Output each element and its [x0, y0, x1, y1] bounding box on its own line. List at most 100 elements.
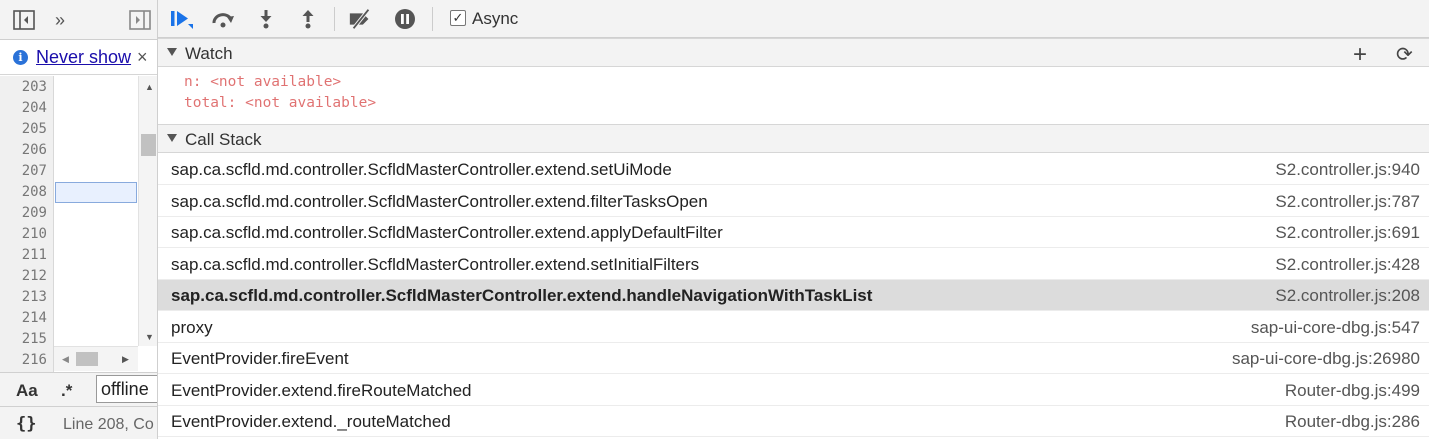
step-out-button[interactable]	[295, 7, 321, 31]
toggle-navigator-button[interactable]	[12, 9, 36, 31]
call-frame-selected[interactable]: sap.ca.scfld.md.controller.ScfldMasterCo…	[158, 280, 1429, 311]
watch-expression-value: <not available>	[245, 95, 377, 111]
panel-left-icon	[13, 10, 35, 30]
never-show-link[interactable]: Never show	[36, 47, 131, 68]
step-out-icon	[302, 10, 314, 29]
search-input[interactable]	[96, 375, 157, 403]
call-frame-location-link[interactable]: S2.controller.js:691	[1275, 223, 1420, 243]
call-frame-function: sap.ca.scfld.md.controller.ScfldMasterCo…	[171, 254, 700, 274]
call-frame-function: EventProvider.extend._routeMatched	[171, 412, 451, 431]
line-number[interactable]: 212	[22, 268, 47, 284]
step-over-button[interactable]	[210, 7, 236, 31]
more-tabs-button[interactable]: »	[52, 9, 68, 31]
infobar: i Never show ×	[0, 41, 157, 75]
close-icon[interactable]: ×	[137, 47, 148, 68]
step-into-icon	[260, 10, 272, 29]
toolbar-separator	[432, 7, 433, 31]
horizontal-scroll-thumb[interactable]	[76, 352, 98, 366]
call-frame-location-link[interactable]: S2.controller.js:428	[1275, 255, 1420, 275]
call-frame[interactable]: sap.ca.scfld.md.controller.ScfldMasterCo…	[158, 249, 1429, 280]
regex-toggle[interactable]: .*	[61, 381, 72, 401]
call-stack-section-header[interactable]: Call Stack	[158, 124, 1429, 153]
async-label: Async	[472, 9, 519, 28]
scroll-right-arrow-icon[interactable]: ▶	[122, 354, 129, 365]
call-frame-location-link[interactable]: sap-ui-core-dbg.js:26980	[1232, 349, 1420, 369]
call-frame-function: proxy	[171, 317, 213, 337]
info-icon: i	[13, 50, 28, 65]
call-frame-location-link[interactable]: Router-dbg.js:286	[1285, 412, 1420, 432]
call-frame-function: sap.ca.scfld.md.controller.ScfldMasterCo…	[171, 160, 672, 179]
pause-on-exceptions-button[interactable]	[392, 7, 418, 31]
match-case-toggle[interactable]: Aa	[16, 381, 38, 401]
current-line-highlight	[55, 182, 137, 203]
scroll-left-arrow-icon[interactable]: ◀	[62, 354, 69, 365]
expand-triangle-icon	[167, 134, 177, 142]
refresh-icon[interactable]: ⟳	[1396, 42, 1413, 67]
expand-triangle-icon	[167, 48, 177, 56]
watch-expression-value: <not available>	[210, 74, 342, 90]
call-frame[interactable]: proxy sap-ui-core-dbg.js:547	[158, 312, 1429, 343]
watch-title: Watch	[185, 44, 233, 63]
resume-button[interactable]	[168, 7, 194, 31]
call-frame-location-link[interactable]: S2.controller.js:787	[1275, 192, 1420, 212]
sources-toolbar: »	[0, 0, 157, 40]
watch-section-header[interactable]: Watch + ⟳	[158, 38, 1429, 69]
call-frame-location-link[interactable]: S2.controller.js:208	[1275, 286, 1420, 306]
call-frame-function: sap.ca.scfld.md.controller.ScfldMasterCo…	[171, 286, 873, 305]
call-frame[interactable]: sap.ca.scfld.md.controller.ScfldMasterCo…	[158, 186, 1429, 217]
call-frame[interactable]: sap.ca.scfld.md.controller.ScfldMasterCo…	[158, 217, 1429, 248]
resume-icon	[171, 11, 193, 29]
call-stack-title: Call Stack	[185, 130, 262, 149]
scroll-up-arrow-icon[interactable]: ▲	[145, 82, 154, 92]
watch-expression[interactable]: total: <not available>	[184, 95, 376, 111]
call-frame[interactable]: sap.ca.scfld.md.controller.ScfldMasterCo…	[158, 154, 1429, 185]
line-number[interactable]: 213	[22, 289, 47, 305]
line-number[interactable]: 203	[22, 79, 47, 95]
call-frame[interactable]: EventProvider.extend.fireRouteMatched Rou…	[158, 375, 1429, 406]
line-number[interactable]: 211	[22, 247, 47, 263]
async-checkbox[interactable]: ✓	[450, 10, 466, 26]
call-frame[interactable]: EventProvider.fireEvent sap-ui-core-dbg.j…	[158, 343, 1429, 374]
line-number[interactable]: 214	[22, 310, 47, 326]
status-bar: {} Line 208, Co	[0, 406, 157, 439]
call-frame[interactable]: EventProvider.extend._routeMatched Router…	[158, 406, 1429, 437]
watch-expression[interactable]: n: <not available>	[184, 74, 341, 90]
call-frame-location-link[interactable]: S2.controller.js:940	[1275, 160, 1420, 180]
call-frame-function: EventProvider.extend.fireRouteMatched	[171, 380, 472, 400]
toggle-debugger-button[interactable]	[128, 9, 152, 31]
vertical-scroll-thumb[interactable]	[141, 134, 156, 156]
add-expression-button[interactable]: +	[1353, 41, 1367, 69]
line-number[interactable]: 209	[22, 205, 47, 221]
cursor-position: Line 208, Co	[63, 416, 154, 433]
step-into-button[interactable]	[253, 7, 279, 31]
line-number[interactable]: 208	[22, 184, 47, 200]
line-number[interactable]: 207	[22, 163, 47, 179]
line-number[interactable]: 216	[22, 352, 47, 368]
panel-right-icon	[129, 10, 151, 30]
line-number[interactable]: 215	[22, 331, 47, 347]
debugger-toolbar: ✓ Async	[158, 0, 1429, 38]
vertical-scrollbar[interactable]: ▲ ▼	[138, 76, 157, 346]
call-frame-function: sap.ca.scfld.md.controller.ScfldMasterCo…	[171, 223, 723, 242]
deactivate-breakpoints-button[interactable]	[348, 7, 374, 31]
line-number[interactable]: 204	[22, 100, 47, 116]
line-number-gutter[interactable]: 203 204 205 206 207 208 209 210 211 212 213 214 215 2…	[0, 76, 54, 372]
pause-exceptions-icon	[395, 9, 415, 29]
call-frame-location-link[interactable]: sap-ui-core-dbg.js:547	[1251, 318, 1420, 338]
line-number[interactable]: 210	[22, 226, 47, 242]
line-number[interactable]: 206	[22, 142, 47, 158]
call-frame-function: sap.ca.scfld.md.controller.ScfldMasterCo…	[171, 191, 708, 211]
horizontal-scrollbar[interactable]: ◀ ▶	[54, 346, 138, 371]
sources-panel: » i Never show × 203 204 205 206 207 208 209 21…	[0, 0, 158, 439]
line-number[interactable]: 205	[22, 121, 47, 137]
double-chevron-icon: »	[54, 9, 65, 30]
watch-expression-name: n:	[184, 74, 202, 90]
pretty-print-button[interactable]: {}	[16, 414, 36, 434]
call-frame-location-link[interactable]: Router-dbg.js:499	[1285, 381, 1420, 401]
call-frame-function: EventProvider.fireEvent	[171, 349, 349, 368]
watch-expression-name: total:	[184, 95, 237, 111]
code-editor[interactable]	[54, 76, 138, 372]
watch-list: n: <not available> total: <not available…	[158, 67, 1429, 124]
scroll-down-arrow-icon[interactable]: ▼	[145, 332, 154, 342]
deactivate-breakpoints-icon	[349, 8, 370, 30]
